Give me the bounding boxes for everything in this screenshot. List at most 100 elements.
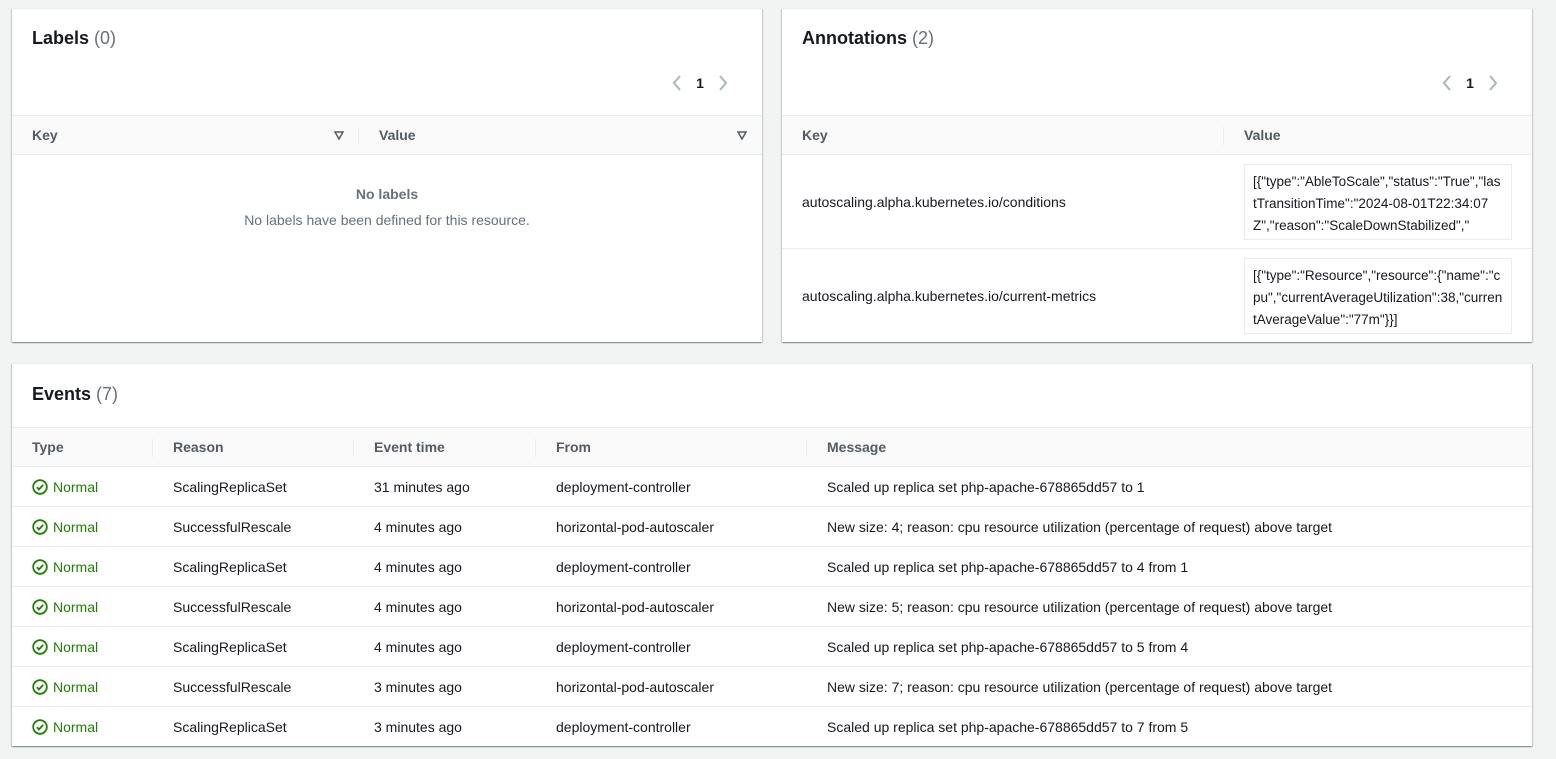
event-time: 4 minutes ago — [374, 638, 462, 655]
check-circle-icon — [32, 478, 48, 495]
column-divider — [1223, 127, 1224, 145]
event-row: Normal SuccessfulRescale 3 minutes ago h… — [12, 667, 1532, 707]
event-type: Normal — [53, 518, 99, 535]
annotation-key: autoscaling.alpha.kubernetes.io/conditio… — [802, 194, 1066, 210]
column-divider — [358, 127, 359, 145]
event-row: Normal ScalingReplicaSet 4 minutes ago d… — [12, 627, 1532, 667]
event-row: Normal SuccessfulRescale 4 minutes ago h… — [12, 507, 1532, 547]
event-time: 3 minutes ago — [374, 718, 462, 735]
check-circle-icon — [32, 518, 48, 535]
event-row: Normal ScalingReplicaSet 3 minutes ago d… — [12, 707, 1532, 747]
event-reason: ScalingReplicaSet — [173, 638, 287, 655]
annotation-key: autoscaling.alpha.kubernetes.io/current-… — [802, 288, 1097, 304]
event-message: Scaled up replica set php-apache-678865d… — [827, 558, 1189, 575]
labels-col-value[interactable]: Value — [379, 116, 416, 154]
column-divider — [152, 439, 153, 457]
labels-prev-page-button[interactable] — [664, 73, 690, 93]
annotation-row: autoscaling.alpha.kubernetes.io/conditio… — [782, 155, 1532, 249]
event-from: horizontal-pod-autoscaler — [556, 678, 714, 695]
events-panel: Events (7) Type Reason Event time From M… — [12, 363, 1532, 746]
annotations-col-value: Value — [1244, 127, 1281, 143]
events-col-reason: Reason — [173, 439, 224, 455]
labels-panel: Labels (0) 1 Key Value No labels No labe… — [12, 8, 762, 342]
event-type-cell: Normal — [32, 587, 98, 626]
labels-pagination: 1 — [664, 73, 736, 93]
check-circle-icon — [32, 598, 48, 615]
labels-title: Labels — [32, 28, 90, 48]
event-type: Normal — [53, 598, 99, 615]
event-time: 4 minutes ago — [374, 558, 462, 575]
event-row: Normal ScalingReplicaSet 31 minutes ago … — [12, 467, 1532, 507]
labels-page-number[interactable]: 1 — [690, 75, 710, 91]
event-type-cell: Normal — [32, 667, 98, 706]
event-time: 4 minutes ago — [374, 598, 462, 615]
annotations-count: (2) — [912, 28, 935, 48]
labels-heading: Labels (0) — [32, 28, 116, 49]
event-message: Scaled up replica set php-apache-678865d… — [827, 638, 1189, 655]
annotation-value: [{"type":"AbleToScale","status":"True","… — [1244, 164, 1512, 240]
annotations-next-page-button[interactable] — [1480, 73, 1506, 93]
event-type-cell: Normal — [32, 707, 98, 746]
check-circle-icon — [32, 718, 48, 735]
event-type-cell: Normal — [32, 547, 98, 586]
labels-empty-title: No labels — [355, 186, 419, 202]
event-message: Scaled up replica set php-apache-678865d… — [827, 718, 1189, 735]
annotations-panel: Annotations (2) 1 Key Value autoscaling.… — [782, 8, 1532, 342]
event-reason: SuccessfulRescale — [173, 518, 292, 535]
check-circle-icon — [32, 558, 48, 575]
event-type: Normal — [53, 678, 99, 695]
event-type-cell: Normal — [32, 627, 98, 666]
annotations-title: Annotations — [802, 28, 907, 48]
events-col-message: Message — [827, 439, 887, 455]
events-col-time: Event time — [374, 439, 445, 455]
sort-value-icon[interactable] — [735, 128, 749, 142]
labels-col-key[interactable]: Key — [32, 116, 58, 154]
event-reason: SuccessfulRescale — [173, 598, 292, 615]
event-from: deployment-controller — [556, 718, 691, 735]
annotations-pagination: 1 — [1434, 73, 1506, 93]
annotations-col-key: Key — [802, 127, 828, 143]
event-from: deployment-controller — [556, 558, 691, 575]
events-title: Events — [32, 384, 92, 404]
labels-empty-description: No labels have been defined for this res… — [244, 212, 530, 228]
labels-next-page-button[interactable] — [710, 73, 736, 93]
event-from: horizontal-pod-autoscaler — [556, 598, 714, 615]
chevron-right-icon — [719, 75, 728, 91]
event-from: horizontal-pod-autoscaler — [556, 518, 714, 535]
labels-table-header: Key Value — [12, 115, 762, 155]
events-heading: Events (7) — [32, 384, 118, 405]
annotation-row: autoscaling.alpha.kubernetes.io/current-… — [782, 249, 1532, 343]
events-col-type: Type — [32, 439, 64, 455]
event-type: Normal — [53, 478, 99, 495]
column-divider — [353, 439, 354, 457]
event-type-cell: Normal — [32, 467, 98, 506]
event-type: Normal — [53, 558, 99, 575]
column-divider — [806, 439, 807, 457]
annotations-page-number[interactable]: 1 — [1460, 75, 1480, 91]
sort-key-icon[interactable] — [332, 128, 346, 142]
event-time: 4 minutes ago — [374, 518, 462, 535]
event-reason: ScalingReplicaSet — [173, 718, 287, 735]
annotations-heading: Annotations (2) — [802, 28, 934, 49]
annotations-table-header: Key Value — [782, 115, 1532, 155]
chevron-left-icon — [1442, 75, 1451, 91]
annotations-prev-page-button[interactable] — [1434, 73, 1460, 93]
annotation-value: [{"type":"Resource","resource":{"name":"… — [1244, 258, 1512, 334]
check-circle-icon — [32, 638, 48, 655]
events-table-header: Type Reason Event time From Message — [12, 427, 1532, 467]
column-divider — [535, 439, 536, 457]
check-circle-icon — [32, 678, 48, 695]
event-type: Normal — [53, 718, 99, 735]
event-from: deployment-controller — [556, 638, 691, 655]
event-time: 3 minutes ago — [374, 678, 462, 695]
labels-count: (0) — [94, 28, 117, 48]
event-time: 31 minutes ago — [374, 478, 470, 495]
event-message: New size: 4; reason: cpu resource utiliz… — [827, 518, 1333, 535]
chevron-left-icon — [672, 75, 681, 91]
event-reason: ScalingReplicaSet — [173, 478, 287, 495]
event-type-cell: Normal — [32, 507, 98, 546]
event-message: New size: 7; reason: cpu resource utiliz… — [827, 678, 1333, 695]
event-row: Normal SuccessfulRescale 4 minutes ago h… — [12, 587, 1532, 627]
chevron-right-icon — [1489, 75, 1498, 91]
event-reason: ScalingReplicaSet — [173, 558, 287, 575]
